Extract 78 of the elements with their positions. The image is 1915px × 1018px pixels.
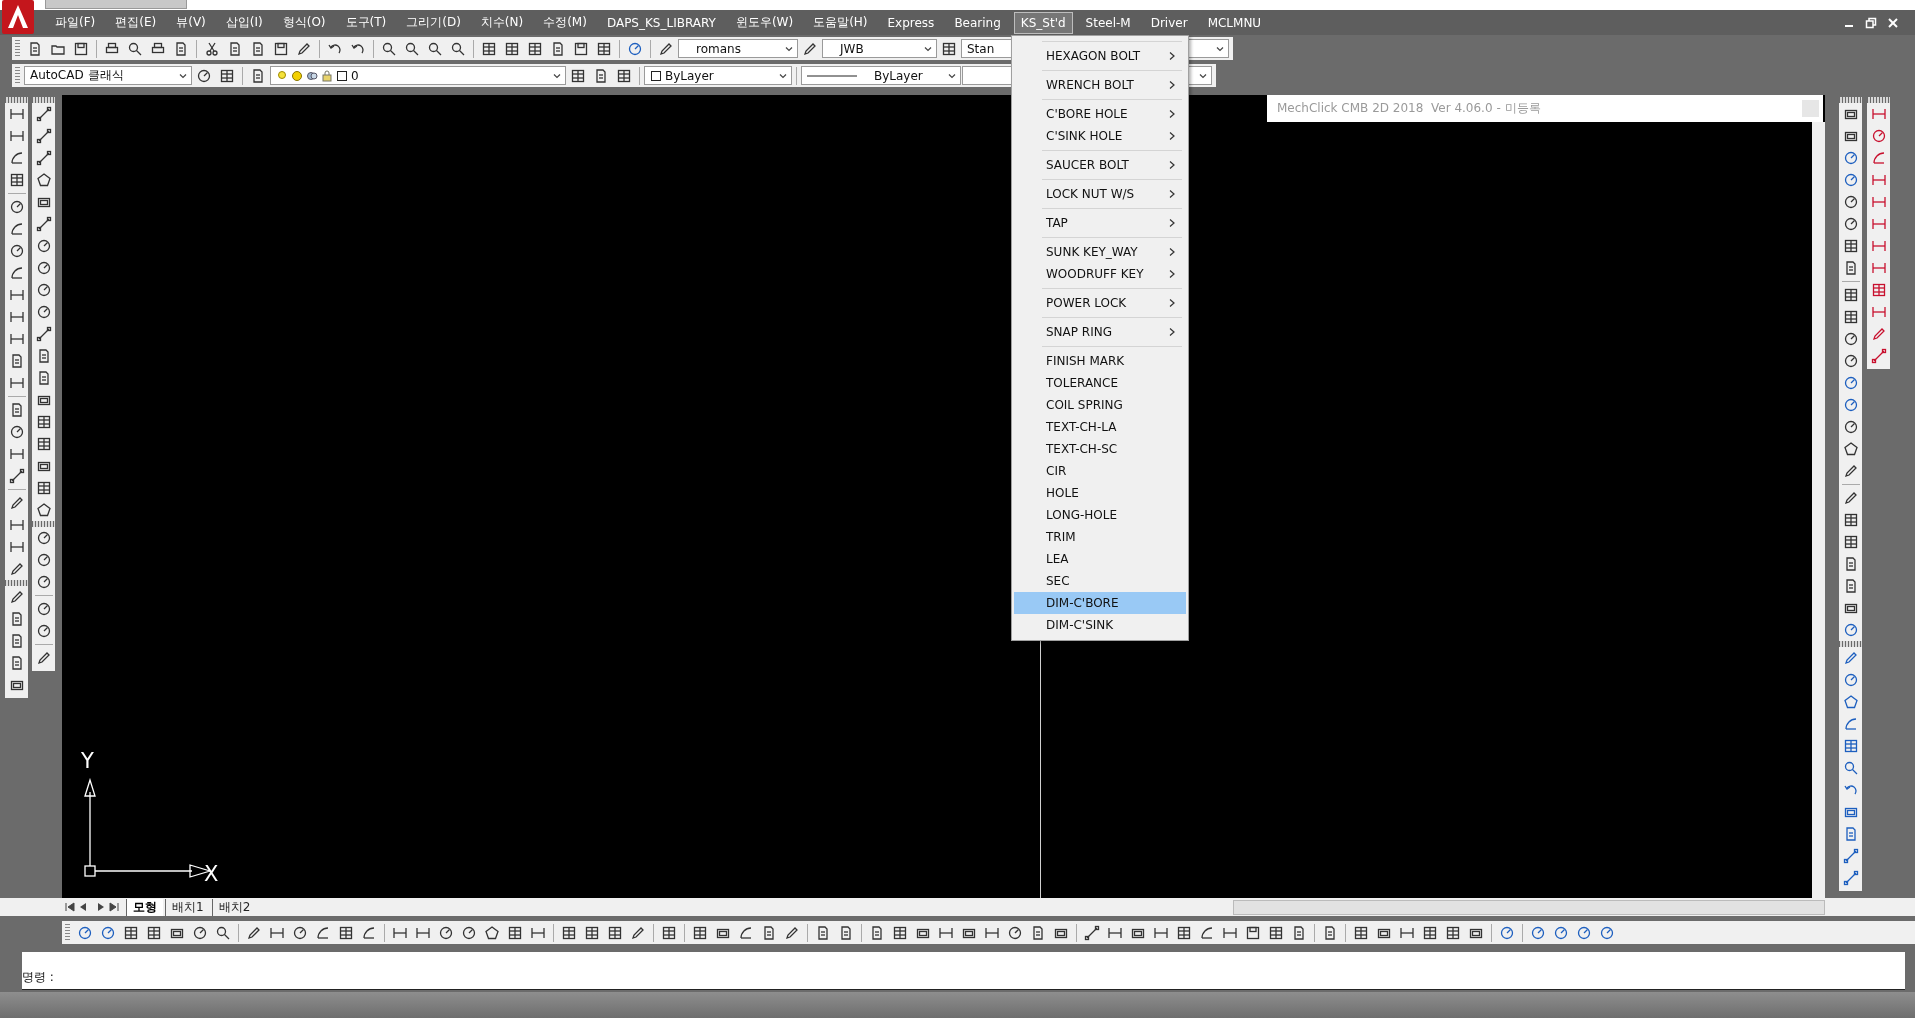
- menu-item[interactable]: CIR: [1014, 460, 1186, 482]
- color-swatch-icon: [650, 69, 662, 82]
- close-icon[interactable]: [1887, 16, 1899, 29]
- menu-item[interactable]: POWER LOCK: [1014, 292, 1186, 314]
- horizontal-scrollbar[interactable]: [1233, 899, 1825, 915]
- tab-navigation-icon[interactable]: [64, 901, 120, 913]
- layer-dropdown[interactable]: 0: [270, 66, 566, 85]
- menu-item[interactable]: Bearing: [947, 11, 1008, 34]
- menu-item[interactable]: HEXAGON BOLT: [1014, 45, 1186, 67]
- menu-item[interactable]: 윈도우(W): [728, 10, 801, 35]
- toolbar-grip[interactable]: [1839, 97, 1862, 103]
- dimension-style-dropdown[interactable]: JWB: [822, 39, 937, 58]
- menu-item[interactable]: Steel-M: [1078, 11, 1138, 34]
- menu-item[interactable]: C'SINK HOLE: [1014, 125, 1186, 147]
- lock-icon[interactable]: [321, 69, 333, 82]
- menu-item[interactable]: KS_St'd: [1013, 11, 1073, 34]
- menu-item[interactable]: C'BORE HOLE: [1014, 103, 1186, 125]
- menu-item[interactable]: DIM-C'SINK: [1014, 614, 1186, 636]
- toolbar-grip[interactable]: [15, 39, 20, 58]
- menu-item[interactable]: TEXT-CH-LA: [1014, 416, 1186, 438]
- menu-item[interactable]: Driver: [1143, 11, 1195, 34]
- restore-icon[interactable]: [1865, 16, 1877, 29]
- window-title: MechClick CMB 2D 2018 Ver 4.06.0 - 미등록: [1277, 100, 1541, 117]
- menu-item[interactable]: SNAP RING: [1014, 321, 1186, 343]
- menu-item[interactable]: DAPS_KS_LIBRARY: [599, 11, 723, 34]
- toolbar-grip[interactable]: [1839, 641, 1862, 647]
- layers-icon[interactable]: [306, 69, 318, 82]
- menu-item[interactable]: LONG-HOLE: [1014, 504, 1186, 526]
- toolbar-grip[interactable]: [65, 923, 70, 942]
- menu-item[interactable]: 수정(M): [536, 10, 594, 35]
- text-style-dropdown[interactable]: romans: [678, 39, 798, 58]
- line-sample-icon: [807, 72, 857, 79]
- menu-item[interactable]: TOLERANCE: [1014, 372, 1186, 394]
- vertical-scrollbar[interactable]: [1812, 122, 1825, 898]
- menu-item[interactable]: TRIM: [1014, 526, 1186, 548]
- linetype-dropdown[interactable]: ByLayer: [801, 66, 961, 85]
- axis-label: X: [204, 862, 219, 886]
- menu-item[interactable]: 도구(T): [338, 10, 394, 35]
- layout-tab[interactable]: 배치2: [211, 898, 257, 916]
- toolbar-grip[interactable]: [32, 521, 55, 527]
- menu-item[interactable]: TAP: [1014, 212, 1186, 234]
- menu-item[interactable]: 삽입(I): [218, 10, 270, 35]
- menu-item[interactable]: 형식(O): [275, 10, 333, 35]
- menu-item[interactable]: HOLE: [1014, 482, 1186, 504]
- sun-icon[interactable]: [291, 69, 303, 82]
- menu-item[interactable]: COIL SPRING: [1014, 394, 1186, 416]
- color-dropdown[interactable]: ByLayer: [644, 66, 792, 85]
- toolbar-grip[interactable]: [1867, 97, 1890, 103]
- menu-item[interactable]: SEC: [1014, 570, 1186, 592]
- toolbar-grip[interactable]: [32, 97, 55, 103]
- menu-item[interactable]: WRENCH BOLT: [1014, 74, 1186, 96]
- menu-item[interactable]: 도움말(H): [806, 10, 875, 35]
- color-swatch-icon: [336, 69, 348, 82]
- menu-item[interactable]: Express: [880, 11, 942, 34]
- menu-item[interactable]: MCLMNU: [1200, 11, 1269, 34]
- menu-item[interactable]: LOCK NUT W/S: [1014, 183, 1186, 205]
- menu-item[interactable]: LEA: [1014, 548, 1186, 570]
- menu-item[interactable]: SAUCER BOLT: [1014, 154, 1186, 176]
- toolbar-grip[interactable]: [5, 97, 28, 103]
- workspace-dropdown[interactable]: AutoCAD 클래식: [24, 66, 192, 85]
- toolbar-grip[interactable]: [15, 66, 20, 85]
- menu-item[interactable]: 뷰(V): [169, 10, 213, 35]
- menu-item[interactable]: FINISH MARK: [1014, 350, 1186, 372]
- command-prompt: 명령 :: [22, 969, 54, 986]
- menu-item[interactable]: WOODRUFF KEY: [1014, 263, 1186, 285]
- layout-tab[interactable]: 배치1: [165, 898, 210, 916]
- menu-item[interactable]: SUNK KEY_WAY: [1014, 241, 1186, 263]
- menu-item[interactable]: TEXT-CH-SC: [1014, 438, 1186, 460]
- toolbar-grip[interactable]: [5, 580, 28, 586]
- menu-item[interactable]: 치수(N): [473, 10, 531, 35]
- axis-label: Y: [81, 749, 94, 773]
- menu-item[interactable]: 그리기(D): [399, 10, 468, 35]
- menu-item[interactable]: 파일(F): [48, 10, 103, 35]
- layout-tab[interactable]: 모형: [126, 898, 163, 916]
- app-logo-icon[interactable]: [2, 0, 34, 34]
- light-bulb-icon[interactable]: [276, 69, 288, 82]
- menu-item[interactable]: DIM-C'BORE: [1014, 592, 1186, 614]
- menu-item[interactable]: 편집(E): [108, 10, 164, 35]
